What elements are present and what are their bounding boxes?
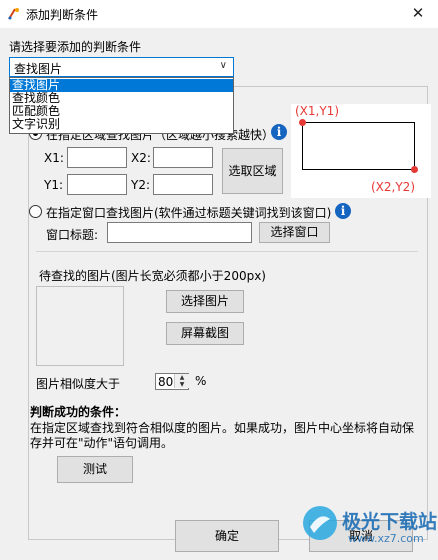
x1-input[interactable]	[67, 147, 127, 168]
window-title-input[interactable]	[107, 222, 252, 243]
select-window-button[interactable]: 选择窗口	[259, 222, 330, 243]
target-image-preview	[36, 286, 124, 366]
x2-input[interactable]	[153, 147, 213, 168]
y2-input[interactable]	[153, 174, 213, 195]
watermark-text: 极光下载站	[342, 511, 438, 533]
window-title-label: 窗口标题:	[46, 228, 99, 242]
percent-unit: %	[195, 374, 207, 388]
app-icon	[8, 8, 19, 20]
separator-1	[36, 251, 418, 252]
window-search-radio[interactable]	[29, 205, 42, 218]
dropdown-option-text-recognition[interactable]: 文字识别	[10, 118, 233, 131]
region-info-icon[interactable]: i	[271, 124, 287, 140]
condition-select[interactable]: 查找图片 ∨	[9, 57, 234, 77]
top-left-coord-label: (X1,Y1)	[295, 104, 339, 118]
region-diagram-rect	[302, 122, 415, 170]
condition-select-value: 查找图片	[14, 62, 63, 76]
watermark-url: www.xz7.com	[348, 532, 424, 545]
similarity-value: 80	[158, 375, 174, 389]
window-search-label: 在指定窗口查找图片(软件通过标题关键词找到该窗口)	[46, 206, 332, 220]
condition-prompt-label: 请选择要添加的判断条件	[9, 40, 142, 54]
screenshot-button[interactable]: 屏幕截图	[166, 322, 244, 345]
target-image-label: 待查找的图片(图片长宽必须都小于200px)	[39, 269, 266, 283]
window-info-icon[interactable]: i	[335, 203, 351, 219]
select-image-button[interactable]: 选择图片	[166, 290, 244, 313]
success-condition-heading: 判断成功的条件：	[30, 405, 127, 419]
bottom-right-point	[411, 166, 418, 173]
y1-label: Y1:	[44, 178, 64, 192]
window-title: 添加判断条件	[26, 8, 99, 22]
y2-label: Y2:	[131, 178, 151, 192]
close-icon[interactable]: ✕	[404, 2, 432, 24]
success-condition-description: 在指定区域查找到符合相似度的图片。如果成功，图片中心坐标将自动保存并可在"动作"…	[30, 421, 415, 450]
select-region-button[interactable]: 选取区域	[222, 148, 283, 194]
condition-dropdown-list: 查找图片 查找颜色 匹配颜色 文字识别	[9, 77, 234, 134]
x1-label: X1:	[44, 151, 64, 165]
x2-label: X2:	[131, 151, 151, 165]
spinner-down-icon[interactable]: ▼	[174, 381, 189, 388]
watermark-logo-icon	[303, 506, 337, 540]
title-bar: 添加判断条件 ✕	[0, 0, 438, 28]
similarity-label: 图片相似度大于	[36, 377, 121, 391]
spinner-up-icon[interactable]: ▲	[174, 374, 189, 381]
bottom-right-coord-label: (X2,Y2)	[371, 180, 415, 194]
chevron-down-icon[interactable]: ∨	[220, 60, 227, 71]
y1-input[interactable]	[67, 174, 127, 195]
top-left-point	[299, 119, 306, 126]
region-diagram: (X1,Y1) (X2,Y2)	[291, 104, 431, 198]
ok-button[interactable]: 确定	[175, 520, 279, 552]
test-button[interactable]: 测试	[57, 456, 133, 483]
